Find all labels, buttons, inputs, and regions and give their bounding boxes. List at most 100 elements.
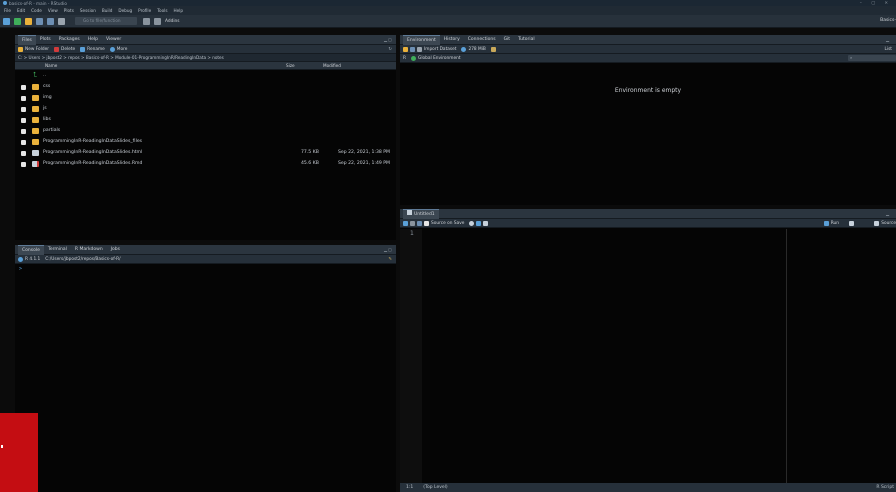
load-workspace-icon[interactable] [403, 46, 408, 52]
tab-console[interactable]: Console [18, 244, 44, 255]
source-button[interactable]: Source [874, 220, 896, 226]
compile-report-icon[interactable] [483, 220, 489, 226]
tab-viewer[interactable]: Viewer [102, 35, 125, 45]
menu-tools[interactable]: Tools [157, 8, 167, 13]
new-project-icon[interactable] [14, 17, 21, 25]
list-item[interactable]: libs [15, 115, 396, 126]
tab-plots[interactable]: Plots [36, 35, 55, 45]
file-name[interactable]: .. [43, 73, 46, 78]
new-folder-button[interactable]: New Folder [25, 47, 49, 52]
pane-minmax-icon[interactable]: ▁▢ [384, 247, 394, 252]
tab-connections[interactable]: Connections [464, 35, 500, 45]
save-all-icon[interactable] [47, 17, 54, 25]
menu-plots[interactable]: Plots [64, 8, 74, 13]
goto-file-input[interactable]: Go to file/function [75, 17, 137, 25]
list-item[interactable]: ProgrammingInR-ReadingInDataSlides.Rmd 4… [15, 159, 396, 170]
console-output[interactable]: > [15, 264, 396, 274]
refresh-icon[interactable]: ↻ [388, 47, 392, 52]
menu-session[interactable]: Session [80, 8, 96, 13]
find-icon[interactable] [469, 220, 475, 226]
language-select[interactable]: R [403, 56, 406, 61]
list-item[interactable]: ProgrammingInR-ReadingInDataSlides_files [15, 137, 396, 148]
more-button[interactable]: More [117, 47, 128, 52]
list-item[interactable]: partials [15, 126, 396, 137]
source-on-save-checkbox[interactable] [424, 220, 429, 226]
tab-terminal[interactable]: Terminal [44, 245, 71, 255]
pane-minmax-icon[interactable]: ▁ [886, 211, 896, 216]
list-item[interactable]: img [15, 93, 396, 104]
pane-minmax-icon[interactable]: ▁ [886, 37, 896, 42]
global-environment-select[interactable]: Global Environment [418, 56, 461, 61]
open-file-icon[interactable] [25, 17, 32, 25]
code-editor[interactable]: 1 [400, 229, 896, 483]
breadcrumb-path[interactable]: C: > Users > jbpost2 > repos > Basics-of… [18, 55, 224, 60]
menu-build[interactable]: Build [102, 8, 113, 13]
list-view-toggle[interactable]: List [884, 47, 892, 52]
column-size[interactable]: Size [286, 63, 295, 68]
menu-view[interactable]: View [48, 8, 58, 13]
grid-icon[interactable] [154, 17, 161, 25]
tab-files[interactable]: Files [18, 34, 36, 45]
working-directory[interactable]: C:/Users/jbpost2/repos/Basics-of-R/ [45, 257, 120, 262]
file-name[interactable]: libs [43, 117, 51, 122]
save-icon[interactable] [36, 17, 43, 25]
clear-broom-icon[interactable] [490, 46, 496, 52]
delete-button[interactable]: Delete [61, 47, 75, 52]
back-icon[interactable] [403, 220, 408, 226]
row-checkbox[interactable] [21, 107, 26, 112]
file-name[interactable]: ProgrammingInR-ReadingInDataSlides.html [43, 150, 142, 155]
menu-file[interactable]: File [4, 8, 11, 13]
file-name[interactable]: css [43, 84, 50, 89]
project-menu[interactable]: Basics- [880, 18, 896, 23]
menu-edit[interactable]: Edit [17, 8, 25, 13]
row-checkbox[interactable] [21, 118, 26, 123]
window-controls[interactable]: – ▢ ✕ [860, 0, 892, 5]
code-tools-icon[interactable] [476, 220, 482, 226]
language-mode[interactable]: R Script [876, 485, 894, 490]
row-checkbox[interactable] [21, 151, 26, 156]
list-item[interactable]: js [15, 104, 396, 115]
row-checkbox[interactable] [21, 96, 26, 101]
rerun-icon[interactable] [849, 220, 854, 226]
tab-tutorial[interactable]: Tutorial [514, 35, 539, 45]
tab-help[interactable]: Help [84, 35, 102, 45]
column-modified[interactable]: Modified [323, 63, 341, 68]
scope-indicator[interactable]: (Top Level) [423, 485, 447, 490]
file-name[interactable]: ProgrammingInR-ReadingInDataSlides_files [43, 139, 142, 144]
file-name[interactable]: partials [43, 128, 60, 133]
row-checkbox[interactable] [21, 129, 26, 134]
clear-console-icon[interactable]: ✎ [388, 257, 392, 262]
import-dataset-button[interactable]: Import Dataset [424, 47, 456, 52]
list-item[interactable]: ⮤ .. [15, 71, 396, 82]
tab-untitled1[interactable]: Untitled1 [403, 208, 439, 219]
list-item[interactable]: css [15, 82, 396, 93]
menu-profile[interactable]: Profile [138, 8, 151, 13]
menu-code[interactable]: Code [31, 8, 42, 13]
run-button[interactable]: Run [823, 220, 839, 226]
file-name[interactable]: js [43, 106, 47, 111]
list-item[interactable]: ProgrammingInR-ReadingInDataSlides.html … [15, 148, 396, 159]
save-icon[interactable] [417, 220, 422, 226]
show-in-window-icon[interactable] [410, 220, 415, 226]
menu-debug[interactable]: Debug [118, 8, 132, 13]
save-workspace-icon[interactable] [410, 46, 415, 52]
tab-rmarkdown[interactable]: R Markdown [71, 245, 107, 255]
tab-git[interactable]: Git [500, 35, 515, 45]
row-checkbox[interactable] [21, 85, 26, 90]
tab-jobs[interactable]: Jobs [107, 245, 124, 255]
row-checkbox[interactable] [21, 140, 26, 145]
addins-button[interactable]: Addins [165, 19, 179, 24]
row-checkbox[interactable] [21, 162, 26, 167]
column-name[interactable]: Name [45, 63, 57, 68]
tab-history[interactable]: History [440, 35, 464, 45]
source-on-save-label[interactable]: Source on Save [431, 221, 464, 226]
tab-environment[interactable]: Environment [403, 34, 440, 45]
file-name[interactable]: img [43, 95, 52, 100]
rename-button[interactable]: Rename [87, 47, 105, 52]
workspace-panes-icon[interactable] [143, 17, 150, 25]
pane-minmax-icon[interactable]: ▁▢ [384, 37, 394, 42]
tab-packages[interactable]: Packages [55, 35, 84, 45]
memory-usage[interactable]: 278 MiB [468, 47, 485, 52]
new-file-icon[interactable] [3, 17, 10, 25]
search-icon[interactable]: ⌕ [848, 55, 896, 61]
